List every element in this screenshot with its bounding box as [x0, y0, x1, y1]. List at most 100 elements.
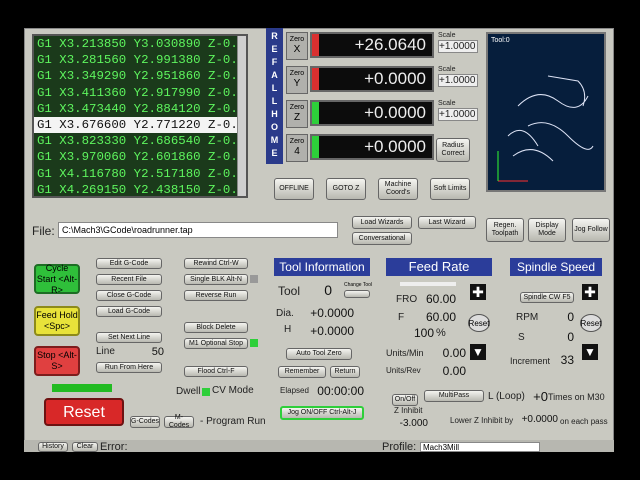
each-pass-label: on each pass [560, 417, 608, 426]
lower-z-value: +0.0000 [521, 414, 558, 425]
gcode-listing[interactable]: G1 X3.213850 Y3.030890 Z-0.1000 G1 X3.281… [32, 34, 248, 198]
axis-z-status-bar [312, 102, 319, 124]
feed-percent: 100 [413, 326, 434, 340]
program-run-label: - Program Run [200, 416, 266, 427]
reset-button[interactable]: Reset [44, 398, 124, 426]
axis-letter: Z [293, 112, 301, 123]
feed-reset-button[interactable]: Reset [468, 314, 490, 332]
feed-hold-button[interactable]: Feed Hold <Spc> [34, 306, 80, 336]
reset-indicator [52, 384, 112, 392]
gcode-line: G1 X3.676600 Y2.771220 Z-0.1000 [34, 116, 246, 134]
toolpath-button-1[interactable]: Display Mode [528, 218, 566, 242]
gcode-button-2[interactable]: Close G-Code [96, 290, 162, 301]
mid-button-3[interactable]: Soft Limits [430, 178, 470, 200]
scale-label: Scale [438, 100, 456, 107]
auto-tool-zero-button[interactable]: Auto Tool Zero [286, 348, 352, 360]
scale-value[interactable]: +1.0000 [438, 74, 478, 87]
return-button[interactable]: Return [330, 366, 360, 378]
spindle-reset-button[interactable]: Reset [580, 314, 602, 332]
mid-button-1[interactable]: GOTO Z [326, 178, 366, 200]
change-tool-label: Change Tool [344, 282, 372, 288]
toolpath-display[interactable]: Tool:0 [486, 32, 606, 192]
mid-button-0[interactable]: OFFLINE [274, 178, 314, 200]
spindle-title: Spindle Speed [510, 258, 602, 276]
line-label: Line [96, 346, 115, 357]
toolpath-drawing [497, 75, 594, 182]
fro-slider[interactable] [400, 282, 456, 286]
clear-button[interactable]: Clear [72, 442, 98, 452]
dro-x-value[interactable]: +26.0640 [310, 32, 434, 58]
dwell-label: Dwell [176, 386, 201, 397]
remember-button[interactable]: Remember [278, 366, 326, 378]
error-label: Error: [100, 441, 128, 453]
change-tool-button[interactable] [344, 290, 370, 298]
scale-z: Scale +1.0000 [438, 100, 478, 132]
gcode-button-1[interactable]: Recent File [96, 274, 162, 285]
mcodes-button[interactable]: M-Codes [164, 414, 194, 429]
scale-value[interactable]: +1.0000 [438, 40, 478, 53]
zero-z-button[interactable]: Zero Z [286, 100, 308, 128]
dro-z-value[interactable]: +0.0000 [310, 100, 434, 126]
increment-value: 33 [560, 353, 574, 367]
toolpath-button-2[interactable]: Jog Follow [572, 218, 610, 242]
file-path-field: C:\Mach3\GCode\roadrunner.tap [58, 222, 338, 238]
axis-letter: Y [293, 78, 301, 89]
radius-correct-button[interactable]: Radius Correct [436, 138, 470, 162]
times-on-m30-label: Times on M30 [548, 392, 605, 402]
rpm-value: 0 [567, 310, 574, 324]
spindle-down-icon[interactable]: ▼ [582, 344, 598, 360]
toolpath-button-0[interactable]: Regen. Toolpath [486, 218, 524, 242]
right-button-2[interactable]: Reverse Run [184, 290, 248, 301]
gcode-line: G1 X3.213850 Y3.030890 Z-0.1000 [37, 37, 248, 51]
jog-toggle-button[interactable]: Jog ON/OFF Ctrl-Alt-J [280, 406, 364, 420]
spindle-reset-label: Reset [580, 318, 602, 328]
scale-value[interactable]: +1.0000 [438, 108, 478, 121]
gcode-scrollbar[interactable] [237, 36, 246, 196]
cycle-start-button[interactable]: Cycle Start <Alt-R> [34, 263, 80, 295]
gcode-button-5[interactable]: Run From Here [96, 362, 162, 373]
axis-y-status-bar [312, 68, 319, 90]
gcodes-button[interactable]: G-Codes [130, 416, 160, 428]
m1-optional-stop-led [250, 339, 258, 347]
feed-percent-sign: % [436, 327, 446, 339]
stop-button[interactable]: Stop <Alt-S> [34, 346, 80, 376]
single-blk-led [250, 275, 258, 283]
z-inhibit-onoff-button[interactable]: On/Off [392, 394, 418, 406]
multipass-button[interactable]: MultiPass [424, 390, 484, 402]
right-button-0[interactable]: Rewind Ctrl-W [184, 258, 248, 269]
load-wizards-button[interactable]: Load Wizards [352, 216, 412, 229]
zero-x-button[interactable]: Zero X [286, 32, 308, 60]
right-button-5[interactable]: Flood Ctrl-F [184, 366, 248, 377]
ref-all-home-button[interactable]: REF ALL HOME [266, 28, 283, 164]
axis-x-status-bar [312, 34, 319, 56]
ref-all-home-label: REF ALL HOME [270, 31, 279, 158]
last-wizard-button[interactable]: Last Wizard [418, 216, 476, 229]
history-button[interactable]: History [38, 442, 68, 452]
spindle-cw-button[interactable]: Spindle CW F5 [520, 292, 574, 303]
fro-value: 60.00 [425, 292, 456, 306]
right-button-4[interactable]: M1 Optional Stop [184, 338, 248, 349]
gcode-button-3[interactable]: Load G-Code [96, 306, 162, 317]
cv-mode-led [202, 388, 210, 396]
mid-button-2[interactable]: Machine Coord's [378, 178, 418, 200]
zero-y-button[interactable]: Zero Y [286, 66, 308, 94]
line-value: 50 [151, 346, 164, 358]
right-button-1[interactable]: Single BLK Alt-N [184, 274, 248, 285]
conversational-button[interactable]: Conversational [352, 232, 412, 245]
units-rev-label: Units/Rev [386, 366, 421, 375]
radius-correct-label: Radius Correct [441, 142, 465, 157]
dro-y-value[interactable]: +0.0000 [310, 66, 434, 92]
increment-label: Increment [510, 356, 551, 366]
fro-up-icon[interactable]: ✚ [470, 284, 486, 300]
gcode-button-4[interactable]: Set Next Line [96, 332, 162, 343]
scale-label: Scale [438, 32, 456, 39]
zero-4-button[interactable]: Zero 4 [286, 134, 308, 162]
units-min-value: 0.00 [442, 346, 466, 360]
right-button-3[interactable]: Block Delete [184, 322, 248, 333]
tool-value: 0 [324, 282, 332, 298]
spindle-up-icon[interactable]: ✚ [582, 284, 598, 300]
profile-value: Mach3Mill [420, 442, 540, 452]
fro-down-icon[interactable]: ▼ [470, 344, 486, 360]
gcode-button-0[interactable]: Edit G-Code [96, 258, 162, 269]
dro-4-value[interactable]: +0.0000 [310, 134, 434, 160]
